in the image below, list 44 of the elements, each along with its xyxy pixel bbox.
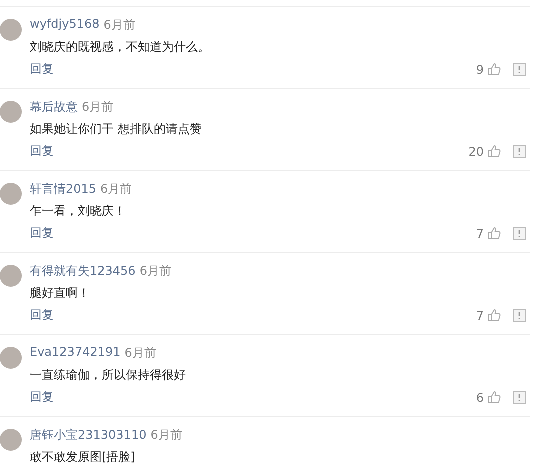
comment-text: 如果她让你们干 想排队的请点赞 <box>30 121 203 138</box>
post-time: 6月前 <box>104 17 136 34</box>
report-icon[interactable] <box>513 391 526 404</box>
username[interactable]: 有得就有失123456 <box>30 263 136 280</box>
report-icon[interactable] <box>513 309 526 322</box>
avatar <box>0 101 22 123</box>
like-count: 20 <box>468 144 484 158</box>
report-icon[interactable] <box>513 145 526 158</box>
avatar <box>0 19 22 41</box>
username[interactable]: Eva123742191 <box>30 345 121 362</box>
username[interactable]: 唐钰小宝231303110 <box>30 427 147 444</box>
avatar <box>0 429 22 451</box>
thumbs-up-icon[interactable] <box>488 145 501 158</box>
username[interactable]: 轩言情2015 <box>30 181 97 198</box>
reply-link[interactable]: 回复 <box>30 389 54 406</box>
comment-text: 乍一看，刘晓庆！ <box>30 203 127 220</box>
username[interactable]: wyfdjy5168 <box>30 17 100 34</box>
comment-text: 腿好直啊！ <box>30 285 91 302</box>
post-time: 6月前 <box>100 181 132 198</box>
comment-text: 刘晓庆的既视感，不知道为什么。 <box>30 39 211 56</box>
username[interactable]: 幕后故意 <box>30 99 78 116</box>
avatar <box>0 347 22 369</box>
reply-link[interactable]: 回复 <box>30 61 54 78</box>
reply-link[interactable]: 回复 <box>30 307 54 324</box>
avatar <box>0 183 22 205</box>
thumbs-up-icon[interactable] <box>488 227 501 240</box>
report-icon[interactable] <box>513 63 526 76</box>
like-count: 6 <box>476 390 484 404</box>
like-count: 7 <box>476 226 484 240</box>
post-time: 6月前 <box>150 427 182 444</box>
reply-link[interactable]: 回复 <box>30 225 54 242</box>
like-count: 7 <box>476 308 484 322</box>
comment-text: 敢不敢发原图[捂脸] <box>30 449 136 466</box>
thumbs-up-icon[interactable] <box>488 63 501 76</box>
post-time: 6月前 <box>82 99 114 116</box>
avatar <box>0 265 22 287</box>
reply-link[interactable]: 回复 <box>30 143 54 160</box>
post-time: 6月前 <box>124 345 156 362</box>
like-count: 9 <box>476 62 484 76</box>
report-icon[interactable] <box>513 227 526 240</box>
comment-text: 一直练瑜伽，所以保持得很好 <box>30 367 187 384</box>
thumbs-up-icon[interactable] <box>488 309 501 322</box>
thumbs-up-icon[interactable] <box>488 391 501 404</box>
post-time: 6月前 <box>140 263 172 280</box>
